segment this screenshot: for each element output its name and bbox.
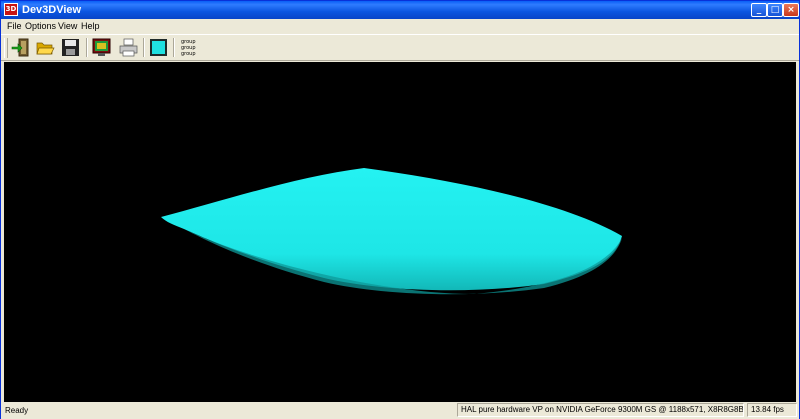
menu-view[interactable]: View <box>58 21 77 32</box>
display-button[interactable] <box>90 36 113 59</box>
group-button[interactable]: group group group <box>177 36 203 59</box>
print-button[interactable] <box>117 36 140 59</box>
minimize-button[interactable]: _ <box>751 3 767 17</box>
3d-viewport[interactable] <box>4 62 796 402</box>
status-bar: Ready HAL pure hardware VP on NVIDIA GeF… <box>1 402 799 419</box>
save-button[interactable] <box>59 36 82 59</box>
cyan-square-icon <box>150 39 167 56</box>
window-title: Dev3DView <box>22 4 82 16</box>
printer-icon <box>119 38 138 57</box>
monitor-icon <box>92 38 111 56</box>
menu-help[interactable]: Help <box>81 21 100 32</box>
status-device-info: HAL pure hardware VP on NVIDIA GeForce 9… <box>457 403 744 417</box>
color-button[interactable] <box>147 36 170 59</box>
toolbar-grip[interactable] <box>4 38 8 58</box>
exit-button[interactable] <box>9 36 32 59</box>
menu-bar: File Options View Help <box>1 19 799 34</box>
hull-surface <box>161 168 622 291</box>
app-window: 3D Dev3DView _ □ × File Options View Hel… <box>0 0 800 419</box>
menu-file[interactable]: File <box>7 21 22 32</box>
menu-options[interactable]: Options <box>25 21 56 32</box>
toolbar-separator <box>143 38 145 57</box>
3d-scene <box>161 168 622 295</box>
open-button[interactable] <box>34 36 57 59</box>
status-ready: Ready <box>5 406 29 415</box>
title-bar[interactable]: 3D Dev3DView _ □ × <box>1 1 799 19</box>
toolbar-separator <box>86 38 88 57</box>
close-button[interactable]: × <box>783 3 799 17</box>
group-tree-icon: group group group <box>181 39 196 57</box>
app-icon[interactable]: 3D <box>4 3 18 16</box>
toolbar: group group group <box>1 34 799 61</box>
maximize-button[interactable]: □ <box>767 3 783 17</box>
exit-door-icon <box>11 38 29 57</box>
group-line: group <box>181 51 196 57</box>
save-disk-icon <box>62 39 79 56</box>
toolbar-separator <box>173 38 175 57</box>
open-folder-icon <box>36 42 55 55</box>
status-fps: 13.84 fps <box>747 403 797 417</box>
